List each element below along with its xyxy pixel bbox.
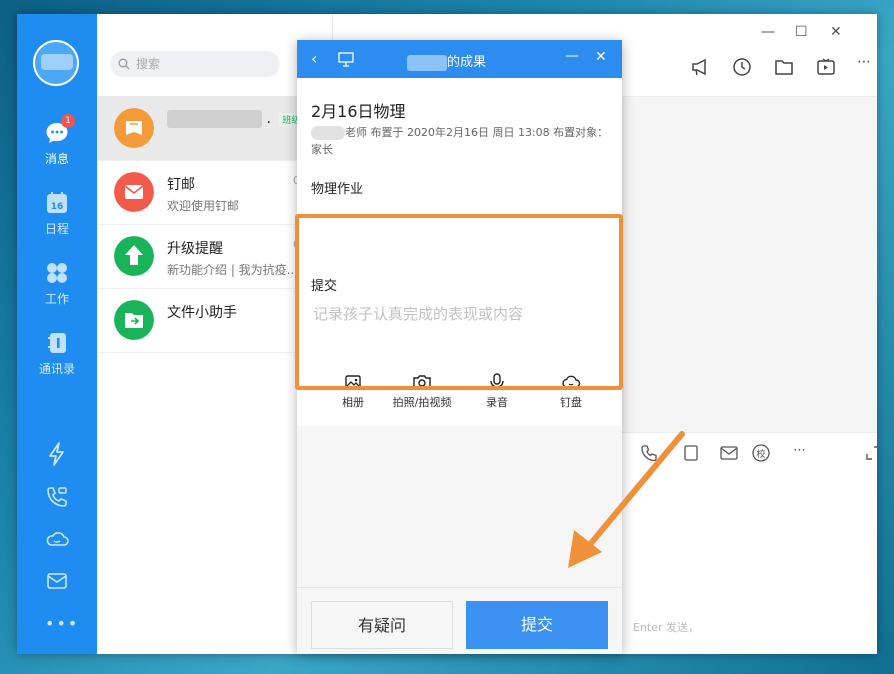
announcement-icon[interactable]	[689, 56, 711, 78]
homework-content: 物理作业	[311, 182, 364, 197]
album-button[interactable]: 相册	[333, 373, 373, 410]
submission-textarea[interactable]: 记录孩子认真完成的表现或内容	[313, 303, 523, 324]
svg-text:16: 16	[51, 202, 64, 212]
cloud-disk-icon[interactable]	[44, 526, 70, 552]
dialog-footer: 有疑问 提交	[297, 587, 622, 654]
live-tv-icon[interactable]	[815, 56, 837, 78]
upgrade-arrow-icon	[114, 236, 154, 276]
ding-disk-button[interactable]: 钉盘	[551, 373, 591, 410]
mail-avatar-icon	[114, 172, 154, 212]
expand-icon[interactable]	[865, 445, 877, 461]
conversation-preview: 新功能介绍 | 我为抗疫...	[167, 263, 299, 277]
svg-text:校: 校	[756, 448, 765, 460]
question-button[interactable]: 有疑问	[311, 601, 453, 649]
lightning-icon[interactable]	[44, 441, 70, 467]
baidu-watermark: Baidu经验	[690, 593, 847, 628]
search-icon	[118, 58, 130, 70]
school-badge-icon[interactable]: 校	[751, 443, 771, 463]
mail-icon[interactable]	[719, 443, 739, 463]
camera-icon	[413, 375, 431, 389]
watermark-url: jingyan.baidu.com	[716, 628, 818, 641]
microphone-icon	[490, 373, 504, 390]
search-input[interactable]: 搜索	[110, 51, 280, 77]
sidebar-item-label: 日程	[44, 222, 69, 236]
file-assistant-icon	[114, 300, 154, 340]
sidebar: 1 消息 16 日程 工作 通讯录 •••	[17, 14, 97, 654]
unread-badge: 1	[61, 114, 75, 128]
minimize-icon[interactable]: —	[565, 48, 579, 64]
dialog-title: 的成果	[407, 51, 486, 71]
dialog-header: ‹ 的成果 — ✕	[297, 40, 622, 78]
mail-icon[interactable]	[44, 568, 70, 594]
camera-button[interactable]: 拍照/拍视频	[387, 373, 457, 410]
conversation-name: 文件小助手	[167, 305, 237, 321]
calendar-icon: 16	[47, 192, 67, 213]
annotation-arrow-icon	[568, 431, 685, 568]
homework-details: 2月16日物理 老师 布置于 2020年2月16日 周日 13:08 布置对象：…	[297, 78, 622, 426]
more-dots-icon[interactable]: •••	[45, 614, 79, 633]
record-audio-button[interactable]: 录音	[477, 373, 517, 410]
sidebar-item-calendar[interactable]: 16 日程	[17, 190, 97, 237]
more-icon[interactable]: ⋯	[793, 443, 806, 458]
class-group-avatar	[114, 108, 154, 148]
clock-icon[interactable]	[731, 56, 753, 78]
sidebar-item-contacts[interactable]: 通讯录	[17, 330, 97, 377]
close-icon[interactable]: ✕	[595, 49, 607, 65]
grid-apps-icon	[47, 263, 67, 283]
homework-title: 2月16日物理	[311, 102, 406, 121]
conversation-name: 升级提醒	[167, 241, 223, 257]
minimize-icon[interactable]: —	[761, 24, 775, 40]
submission-area: 提交 记录孩子认真完成的表现或内容 相册 拍照/拍视频 录音 钉盘	[297, 261, 622, 421]
avatar[interactable]	[33, 40, 79, 86]
sidebar-item-work[interactable]: 工作	[17, 260, 97, 307]
more-icon[interactable]: ⋯	[857, 54, 871, 70]
video-call-icon[interactable]	[44, 484, 70, 510]
sidebar-item-label: 工作	[44, 292, 69, 306]
pin-window-icon[interactable]	[337, 50, 355, 68]
conversation-preview: 欢迎使用钉邮	[167, 199, 240, 213]
sidebar-item-label: 通讯录	[38, 362, 75, 376]
image-icon	[345, 375, 361, 389]
folder-icon[interactable]	[773, 56, 795, 78]
homework-meta: 老师 布置于 2020年2月16日 周日 13:08 布置对象：家长	[311, 126, 609, 156]
back-icon[interactable]: ‹	[311, 49, 317, 68]
maximize-icon[interactable]: ☐	[795, 24, 808, 40]
submit-section-label: 提交	[311, 279, 338, 294]
contacts-book-icon	[48, 333, 66, 353]
blurred-name	[407, 54, 447, 71]
cloud-disk-icon	[562, 375, 581, 388]
conversation-name: 钉邮	[167, 177, 195, 193]
sidebar-item-label: 消息	[44, 152, 69, 166]
submit-button[interactable]: 提交	[466, 601, 608, 649]
close-icon[interactable]: ✕	[830, 24, 842, 40]
sidebar-item-messages[interactable]: 1 消息	[17, 114, 97, 167]
blurred-name	[167, 110, 262, 128]
blurred-teacher-name	[311, 126, 345, 140]
